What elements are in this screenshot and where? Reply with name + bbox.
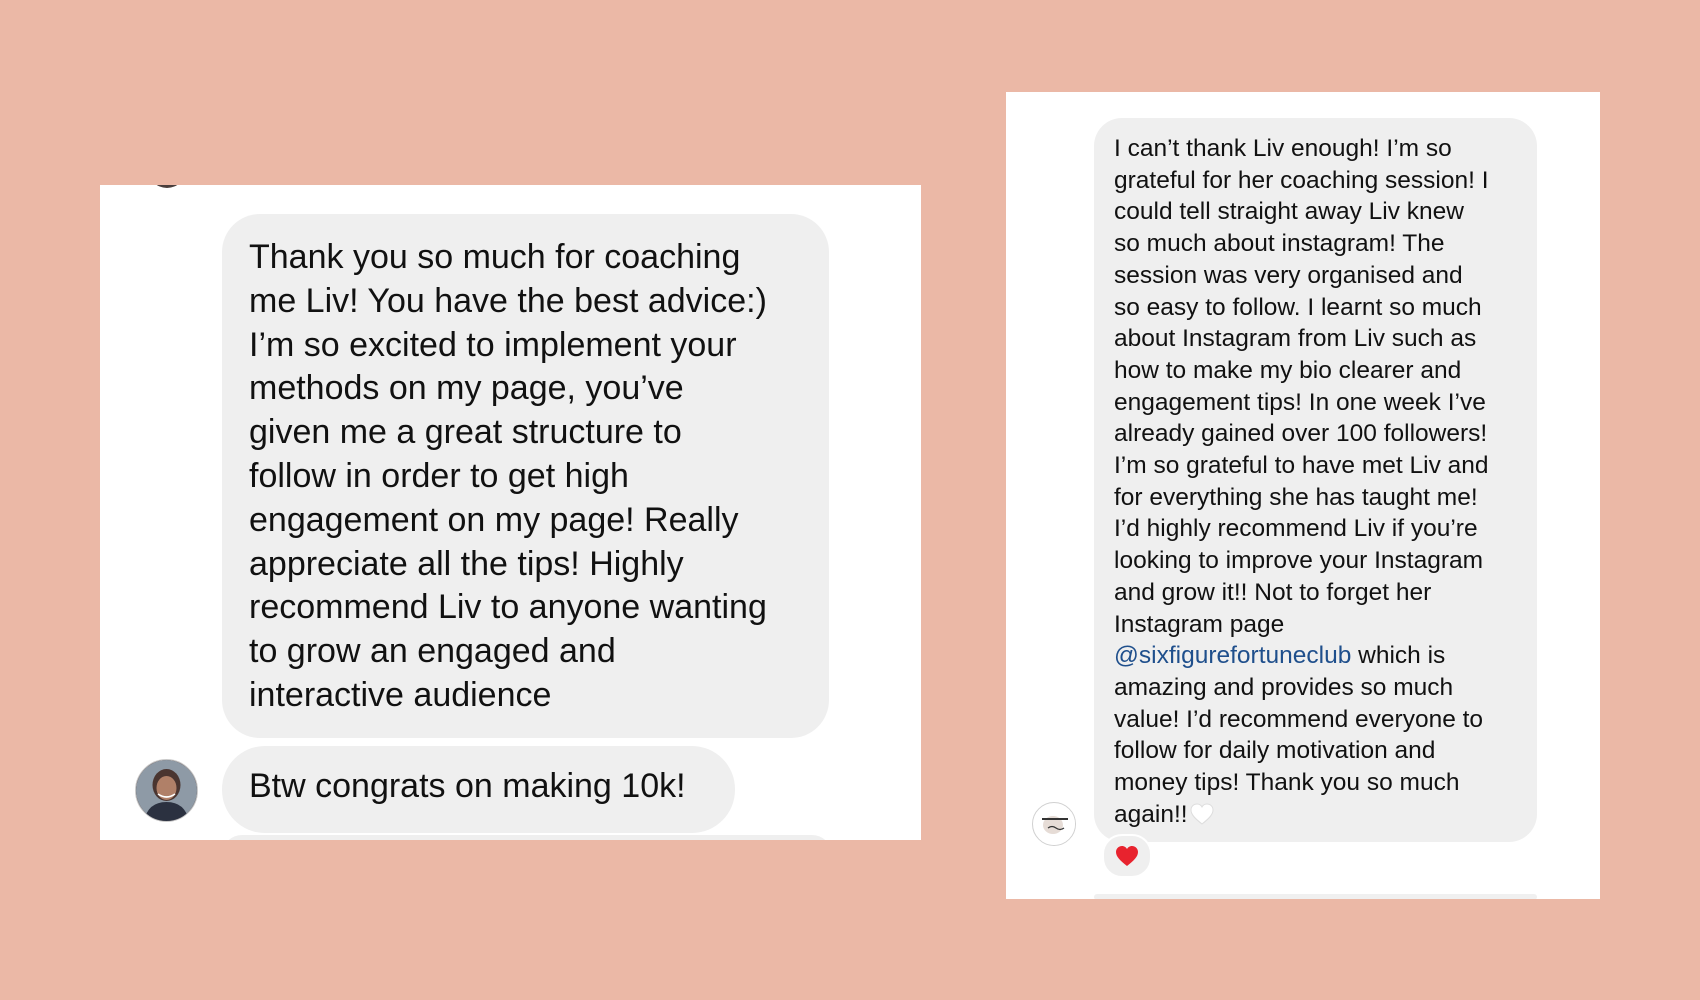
message-bubble-congrats: Btw congrats on making 10k! bbox=[222, 746, 735, 833]
message-line: recommend Liv to anyone wanting bbox=[249, 588, 767, 627]
message-line: interactive audience bbox=[249, 675, 552, 714]
message-line: grateful for her coaching session! I bbox=[1114, 166, 1489, 194]
previous-avatar-edge bbox=[148, 185, 186, 188]
message-line: engagement tips! In one week I’ve bbox=[1114, 388, 1486, 416]
message-text: again!! bbox=[1114, 800, 1188, 828]
next-message-bubble-edge bbox=[1094, 894, 1537, 899]
profile-photo-avatar[interactable] bbox=[135, 759, 198, 822]
right-chat-screenshot: I can’t thank Liv enough! I’m so gratefu… bbox=[1006, 92, 1600, 899]
message-line: me Liv! You have the best advice:) bbox=[249, 281, 767, 320]
message-line: value! I’d recommend everyone to bbox=[1114, 705, 1484, 733]
instagram-mention-link[interactable]: @sixfigurefortuneclub bbox=[1114, 642, 1351, 669]
left-chat-screenshot: Thank you so much for coaching me Liv! Y… bbox=[100, 185, 921, 840]
message-line: appreciate all the tips! Highly bbox=[249, 544, 684, 583]
next-message-bubble-edge bbox=[222, 835, 832, 840]
message-line: I’m so grateful to have met Liv and bbox=[1114, 452, 1489, 480]
message-reaction[interactable] bbox=[1102, 834, 1152, 878]
message-line: already gained over 100 followers! bbox=[1114, 420, 1488, 448]
message-line: I can’t thank Liv enough! I’m so bbox=[1114, 135, 1452, 162]
message-line: for everything she has taught me! bbox=[1114, 483, 1478, 511]
message-line: money tips! Thank you so much bbox=[1114, 769, 1460, 797]
message-line: engagement on my page! Really bbox=[249, 500, 739, 539]
message-bubble-thank-you: Thank you so much for coaching me Liv! Y… bbox=[222, 214, 829, 738]
message-line: I’d highly recommend Liv if you’re bbox=[1114, 515, 1478, 543]
red-heart-icon bbox=[1116, 846, 1138, 866]
message-line: I’m so excited to implement your bbox=[249, 325, 737, 364]
brand-logo-icon bbox=[1034, 804, 1075, 845]
message-line: and grow it!! Not to forget her bbox=[1114, 578, 1432, 606]
message-line: so much about instagram! The bbox=[1114, 230, 1445, 258]
message-text: Btw congrats on making 10k! bbox=[249, 767, 686, 805]
message-line: Instagram page bbox=[1114, 610, 1285, 638]
message-line: looking to improve your Instagram bbox=[1114, 547, 1484, 575]
white-heart-icon bbox=[1190, 802, 1214, 825]
message-text: which is bbox=[1351, 642, 1446, 670]
message-line: could tell straight away Liv knew bbox=[1114, 198, 1464, 226]
message-line: given me a great structure to bbox=[249, 413, 682, 452]
message-line: methods on my page, you’ve bbox=[249, 369, 684, 408]
message-line: follow in order to get high bbox=[249, 456, 629, 495]
message-line: session was very organised and bbox=[1114, 261, 1463, 289]
person-avatar-icon bbox=[136, 760, 197, 821]
message-line: about Instagram from Liv such as bbox=[1114, 325, 1477, 353]
message-line: follow for daily motivation and bbox=[1114, 737, 1436, 765]
message-last-line: again!! bbox=[1114, 799, 1521, 831]
message-line-with-mention: @sixfigurefortuneclub which is bbox=[1114, 640, 1521, 672]
message-bubble-testimonial: I can’t thank Liv enough! I’m so gratefu… bbox=[1094, 118, 1537, 842]
message-line: amazing and provides so much bbox=[1114, 673, 1454, 701]
message-line: to grow an engaged and bbox=[249, 632, 616, 671]
message-line: how to make my bio clearer and bbox=[1114, 356, 1462, 384]
brand-logo-avatar[interactable] bbox=[1032, 802, 1076, 846]
message-line: Thank you so much for coaching bbox=[249, 238, 741, 276]
message-line: so easy to follow. I learnt so much bbox=[1114, 293, 1482, 321]
